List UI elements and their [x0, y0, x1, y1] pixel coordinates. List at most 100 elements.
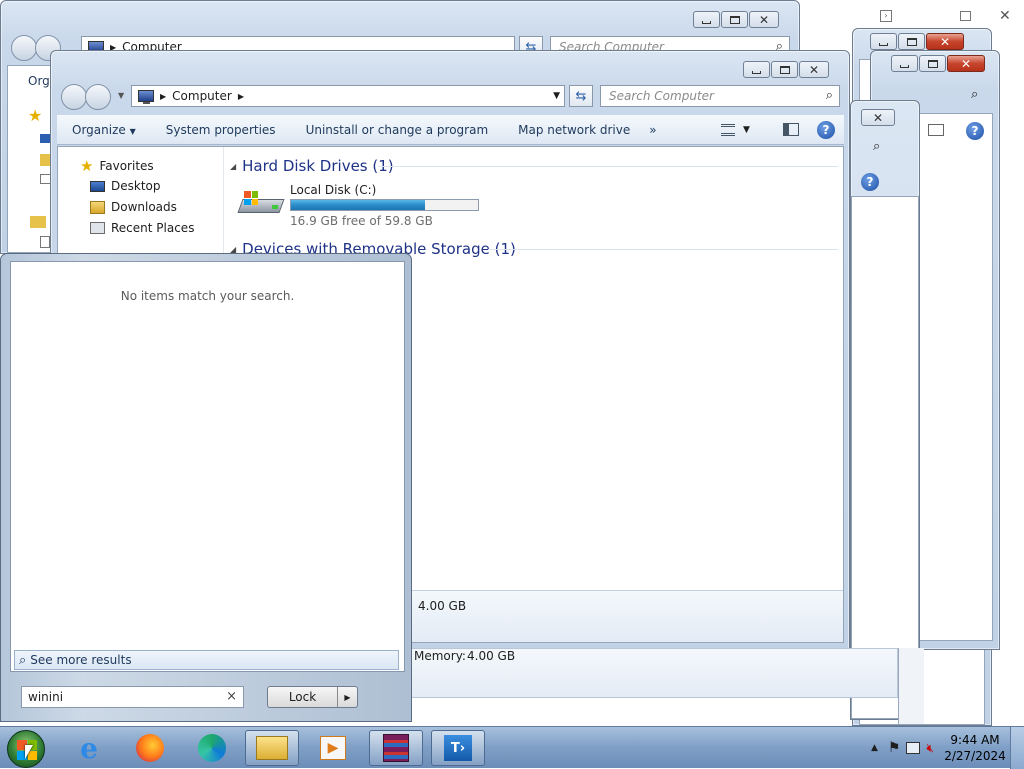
see-more-label: See more results	[30, 653, 132, 667]
minimize-button[interactable]	[743, 61, 770, 78]
nav-desktop-label: Desktop	[111, 179, 161, 193]
system-properties-button[interactable]: System properties	[151, 123, 291, 137]
clear-search-icon[interactable]: ×	[226, 689, 237, 704]
internet-explorer-icon: e	[80, 731, 98, 765]
taskbar-explorer[interactable]	[245, 730, 299, 766]
group-divider	[488, 249, 838, 250]
action-center-flag-icon[interactable]: ⚑	[888, 740, 901, 756]
nav-favorites-label: Favorites	[99, 159, 154, 173]
lock-button[interactable]: Lock ▶	[267, 686, 358, 708]
maximize-button[interactable]	[721, 11, 748, 28]
close-glyph[interactable]: ✕	[999, 8, 1011, 24]
taskbar: e ▶ T› ▲ ⚑ 🔇︎ 9:44 AM 2/27/2024	[0, 726, 1024, 769]
collapse-arrow-icon: ◢	[230, 161, 237, 171]
map-network-drive-button[interactable]: Map network drive	[503, 123, 645, 137]
organize-button[interactable]: Organize ▼	[57, 123, 151, 137]
taskbar-media-player[interactable]: ▶	[306, 730, 360, 766]
background-details-strip: Memory: 4.00 GB	[405, 648, 898, 698]
nav-downloads[interactable]: Downloads	[90, 200, 177, 214]
memory-label: Memory:	[414, 649, 466, 663]
computer-icon	[138, 90, 154, 104]
desktop-icon	[90, 180, 105, 192]
recent-pages-dropdown[interactable]: ▼	[118, 91, 124, 100]
preview-pane-button[interactable]	[783, 123, 799, 136]
downloads-folder-icon	[90, 200, 105, 214]
favorites-star-icon: ★	[28, 106, 43, 125]
drive-name: Local Disk (C:)	[290, 183, 377, 197]
minimize-button[interactable]	[891, 55, 918, 72]
firefox-icon	[136, 734, 164, 762]
details-memory-value: 4.00 GB	[418, 599, 467, 613]
hard-drive-icon	[237, 189, 285, 219]
breadcrumb-arrow-icon: ▶	[160, 91, 167, 101]
help-icon[interactable]: ?	[817, 121, 835, 139]
minimize-button[interactable]	[693, 11, 720, 28]
documents-icon	[40, 236, 50, 248]
nav-desktop[interactable]: Desktop	[90, 179, 161, 193]
nav-recent-places-label: Recent Places	[111, 221, 195, 235]
restore-glyph[interactable]: ›	[880, 10, 892, 22]
nav-favorites[interactable]: ★ Favorites	[80, 157, 154, 175]
preview-pane-icon[interactable]	[928, 124, 944, 136]
search-icon: ⌕	[19, 652, 27, 668]
address-dropdown-icon[interactable]: ▼	[553, 91, 560, 101]
drive-usage-fill	[291, 200, 426, 210]
view-icon	[721, 123, 735, 136]
close-button[interactable]: ✕	[926, 33, 964, 50]
folder-icon	[256, 736, 288, 760]
taskbar-firefox[interactable]	[123, 730, 177, 766]
help-icon[interactable]: ?	[966, 122, 984, 140]
back-button[interactable]	[61, 84, 87, 110]
close-button[interactable]: ✕	[749, 11, 779, 28]
change-view-button[interactable]: ▼	[721, 123, 750, 136]
close-button[interactable]: ✕	[947, 55, 985, 72]
maximize-button[interactable]	[919, 55, 946, 72]
address-bar[interactable]: ▶ Computer ▶ ▼	[131, 85, 565, 107]
group-hard-disk-drives[interactable]: ◢ Hard Disk Drives (1)	[230, 157, 394, 175]
search-icon[interactable]: ⌕	[873, 139, 880, 154]
taskbar-remote-desktop[interactable]: T›	[431, 730, 485, 766]
local-disk-item[interactable]: Local Disk (C:) 16.9 GB free of 59.8 GB	[237, 183, 498, 229]
shutdown-options-arrow-icon[interactable]: ▶	[337, 687, 357, 707]
libraries-icon	[30, 216, 46, 228]
clock-date: 2/27/2024	[944, 749, 1006, 763]
show-desktop-button[interactable]	[1010, 727, 1024, 769]
maximize-glyph[interactable]	[960, 11, 971, 21]
maximize-button[interactable]	[771, 61, 798, 78]
help-icon[interactable]: ?	[861, 173, 879, 191]
memory-value: 4.00 GB	[467, 649, 516, 663]
see-more-results-link[interactable]: ⌕ See more results	[14, 650, 399, 670]
start-search-value: winini	[28, 690, 64, 704]
taskbar-internet-explorer[interactable]: e	[62, 730, 116, 766]
volume-muted-icon[interactable]: 🔇︎	[926, 741, 934, 756]
start-search-input[interactable]: winini ×	[21, 686, 244, 708]
taskbar-winrar[interactable]	[369, 730, 423, 766]
search-input[interactable]: Search Computer ⌕	[600, 85, 840, 107]
nav-recent-places[interactable]: Recent Places	[90, 221, 194, 235]
media-player-icon: ▶	[320, 736, 346, 760]
taskbar-edge[interactable]	[185, 730, 239, 766]
search-placeholder: Search Computer	[609, 89, 714, 103]
favorites-star-icon: ★	[80, 157, 94, 175]
breadcrumb-arrow-icon: ▶	[237, 91, 244, 101]
nav-downloads-label: Downloads	[111, 200, 177, 214]
back-button[interactable]	[11, 35, 37, 61]
maximize-button[interactable]	[898, 33, 925, 50]
view-dropdown-icon: ▼	[743, 124, 750, 135]
winrar-icon	[383, 734, 409, 762]
system-clock[interactable]: 9:44 AM 2/27/2024	[940, 732, 1010, 764]
drive-free-space: 16.9 GB free of 59.8 GB	[290, 214, 433, 228]
recent-places-icon	[90, 222, 105, 234]
edge-icon	[198, 734, 226, 762]
uninstall-program-button[interactable]: Uninstall or change a program	[291, 123, 504, 137]
search-icon[interactable]: ⌕	[971, 87, 978, 102]
close-button[interactable]: ✕	[799, 61, 829, 78]
close-button[interactable]: ✕	[861, 109, 895, 126]
forward-button[interactable]	[85, 84, 111, 110]
minimize-button[interactable]	[870, 33, 897, 50]
remote-desktop-icon: T›	[444, 735, 472, 761]
refresh-button[interactable]: ⇆	[569, 85, 593, 107]
more-commands-button[interactable]: »	[645, 123, 671, 137]
show-hidden-icons-arrow[interactable]: ▲	[871, 743, 878, 753]
network-icon[interactable]	[906, 742, 921, 754]
